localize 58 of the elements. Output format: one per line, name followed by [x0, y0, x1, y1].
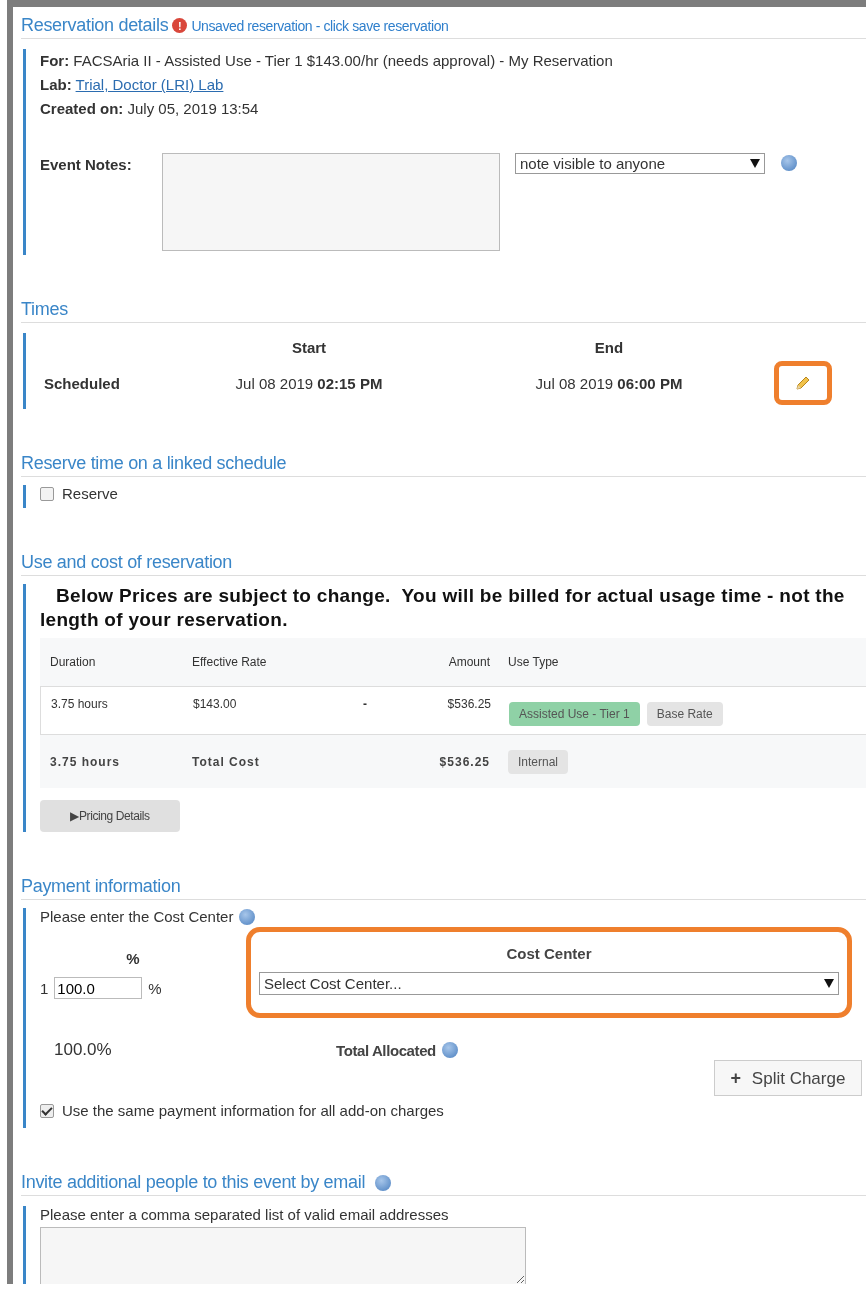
section-heading: Times — [21, 299, 68, 320]
column-header: Effective Rate — [192, 655, 268, 669]
row-number: 1 — [40, 979, 49, 997]
split-charge-button[interactable]: + Split Charge — [714, 1060, 862, 1096]
cost-center-prompt: Please enter the Cost Center — [40, 908, 234, 925]
pricing-details-button[interactable]: ▶Pricing Details — [40, 800, 180, 832]
percent-unit: % — [148, 979, 162, 997]
email-field[interactable] — [40, 1227, 526, 1284]
row-label: Scheduled — [43, 374, 121, 392]
column-header: Cost Center — [505, 945, 593, 962]
help-icon[interactable] — [239, 908, 256, 925]
price-notice: Below Prices are subject to change. You will be billed for actual usage time - not the length of your reservation. — [40, 584, 846, 632]
pencil-icon — [794, 374, 812, 392]
table-cell-text: 3.75 hours — [49, 754, 122, 769]
table-cell-text: $536.25 — [446, 697, 491, 711]
table-cell-text: 3.75 hours — [50, 697, 109, 711]
column-header: Start — [290, 338, 328, 356]
section-heading: Use and cost of reservation — [21, 552, 232, 573]
table-cell-text: Total Cost — [192, 754, 261, 769]
billing-tag: Internal — [508, 749, 569, 774]
column-header: Duration — [49, 655, 97, 669]
reserve-checkbox[interactable] — [40, 486, 54, 501]
column-header: Use Type — [507, 655, 559, 669]
visibility-dropdown[interactable]: note visible to anyone — [515, 153, 765, 174]
start-time: Jul 08 2019 02:15 PM — [234, 374, 384, 392]
warning-icon: ! — [172, 18, 188, 33]
percent-field[interactable]: 100.0 — [54, 977, 143, 999]
column-header: % — [125, 950, 141, 967]
column-header: Amount — [447, 655, 490, 669]
use-type-tag: Base Rate — [646, 702, 723, 726]
section-heading: Payment information — [21, 876, 181, 897]
same-payment-checkbox[interactable] — [40, 1103, 54, 1118]
column-header: End — [593, 338, 625, 356]
table-cell-text: - — [363, 697, 368, 711]
edit-button[interactable] — [774, 361, 832, 405]
unsaved-link[interactable]: Unsaved reservation - click save reservation — [191, 17, 449, 34]
end-time: Jul 08 2019 06:00 PM — [534, 374, 684, 392]
checkbox-label: Reserve — [62, 485, 118, 502]
use-type-tag: Assisted Use - Tier 1 — [509, 702, 640, 726]
email-prompt: Please enter a comma separated list of valid email addresses — [40, 1206, 450, 1223]
notes-label: Event Notes: — [40, 156, 133, 173]
table-cell-text: $143.00 — [193, 697, 238, 711]
table-cell-text: $536.25 — [438, 754, 490, 769]
lab-label: Lab: — [40, 76, 72, 93]
help-icon[interactable] — [781, 155, 797, 171]
section-heading: Invite additional people to this event by email — [21, 1172, 366, 1193]
section-heading: Reservation details — [21, 15, 169, 36]
notes-field[interactable] — [162, 153, 500, 251]
help-icon[interactable] — [375, 1174, 392, 1191]
total-allocated-label: Total Allocated — [336, 1041, 436, 1059]
cost-center-dropdown[interactable]: Select Cost Center... — [259, 972, 839, 995]
total-percent: 100.0% — [53, 1040, 113, 1060]
lab-link[interactable]: Trial, Doctor (LRI) Lab — [75, 76, 224, 93]
created-on: Created on: July 05, 2019 13:54 — [40, 99, 260, 119]
checkbox-label: Use the same payment information for all add-on charges — [62, 1102, 444, 1119]
section-heading: Reserve time on a linked schedule — [21, 453, 287, 474]
help-icon[interactable] — [441, 1042, 458, 1058]
reservation-for: For: FACSAria II - Assisted Use - Tier 1 $143.00/hr (needs approval) - My Reservation — [40, 51, 614, 71]
